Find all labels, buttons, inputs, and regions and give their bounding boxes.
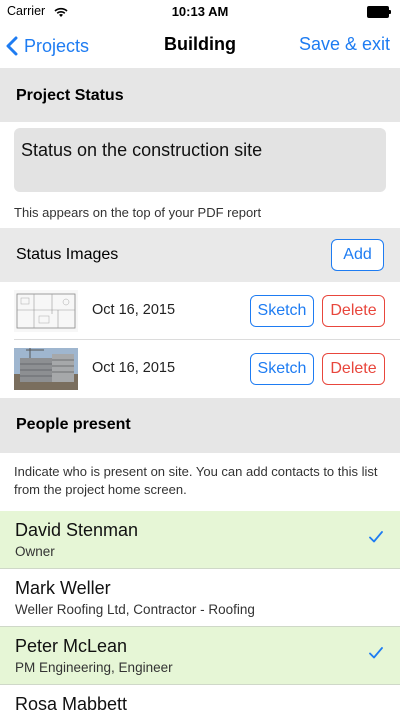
person-role: Weller Roofing Ltd, Contractor - Roofing [15,602,255,617]
project-status-header: Project Status [0,68,400,122]
status-caption: This appears on the top of your PDF repo… [14,205,262,220]
sketch-button[interactable]: Sketch [250,295,314,327]
image-date: Oct 16, 2015 [92,360,176,376]
delete-button[interactable]: Delete [322,353,385,385]
person-row[interactable]: David Stenman Owner [0,511,400,569]
person-row[interactable]: Peter McLean PM Engineering, Engineer [0,627,400,685]
back-button-label: Projects [24,35,90,56]
delete-button[interactable]: Delete [322,295,385,327]
people-caption: Indicate who is present on site. You can… [14,464,378,497]
status-bar: Carrier 10:13 AM [0,0,400,24]
save-exit-button[interactable]: Save & exit [299,34,390,55]
person-name: Rosa Mabbett [15,694,128,711]
people-present-title: People present [16,416,131,433]
person-row[interactable]: Mark Weller Weller Roofing Ltd, Contract… [0,569,400,627]
back-button[interactable]: Projects [6,32,89,60]
status-time: 10:13 AM [171,4,229,19]
status-images-header: Status Images Add [0,228,400,282]
person-role: PM Engineering, Engineer [15,660,173,675]
checkmark-icon [368,529,384,550]
project-status-title: Project Status [16,87,124,104]
navigation-bar: Projects Building Save & exit [0,24,400,68]
sketch-button[interactable]: Sketch [250,353,314,385]
image-date: Oct 16, 2015 [92,302,176,318]
checkmark-icon [368,645,384,666]
person-role: Owner [15,544,55,559]
building-photo-thumbnail[interactable] [14,348,78,390]
person-row[interactable]: Rosa Mabbett [0,685,400,711]
person-name: David Stenman [15,520,139,540]
person-name: Peter McLean [15,636,128,656]
status-images-title: Status Images [16,246,119,263]
add-image-button[interactable]: Add [331,239,384,271]
chevron-left-icon [6,36,18,56]
image-row[interactable]: Oct 16, 2015 Sketch Delete [0,340,400,398]
battery-icon [367,6,392,18]
people-present-header: People present [0,398,400,453]
image-row[interactable]: Oct 16, 2015 Sketch Delete [0,282,400,340]
floor-plan-thumbnail[interactable] [14,290,78,332]
status-text-field[interactable]: Status on the construction site [14,128,386,192]
person-name: Mark Weller [15,578,111,598]
